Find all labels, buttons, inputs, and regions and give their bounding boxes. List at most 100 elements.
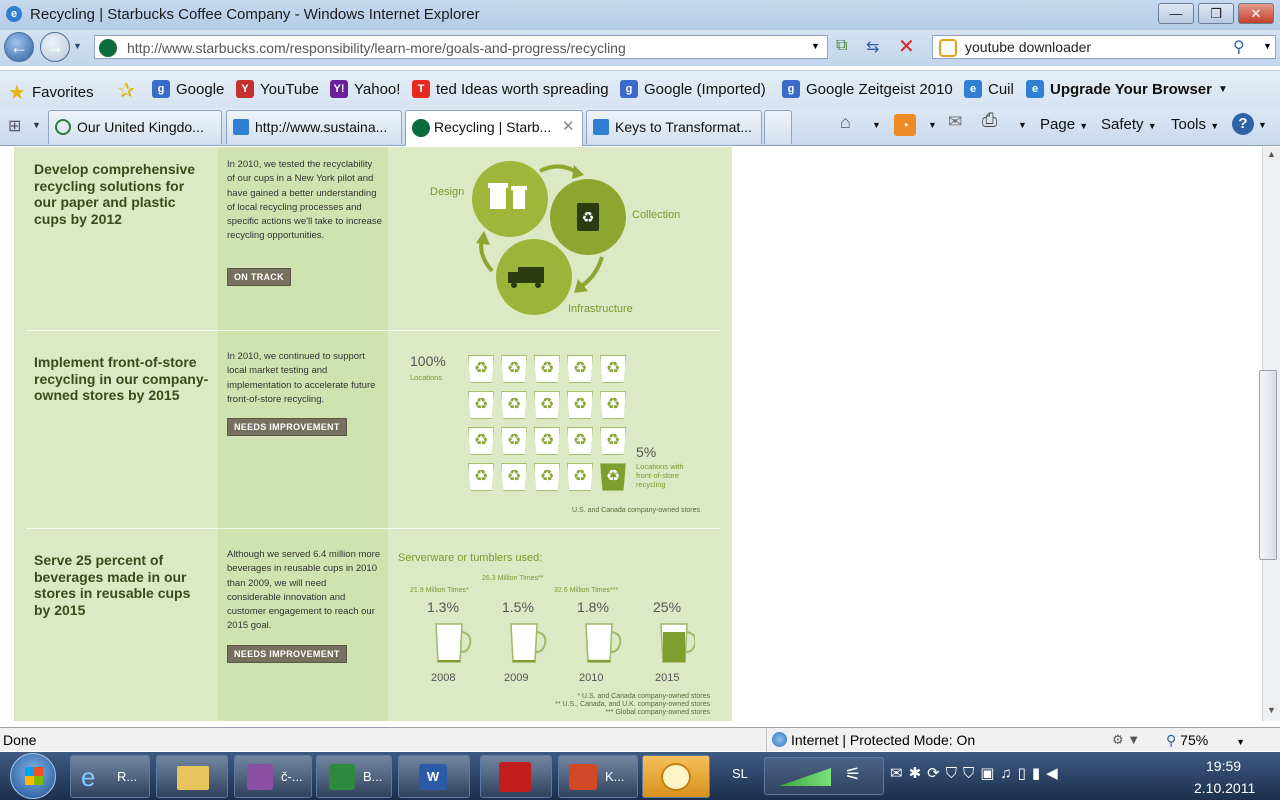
tab-recycling-active[interactable]: Recycling | Starb... ✕ (405, 110, 583, 146)
tools-menu[interactable]: Tools ▼ (1171, 116, 1219, 133)
locations-total-label: Locations (410, 373, 443, 382)
address-dropdown-icon[interactable]: ▼ (811, 41, 820, 51)
fav-google-imported[interactable]: g Google (Imported) (620, 80, 766, 98)
scrollbar-thumb[interactable] (1259, 370, 1277, 560)
status-badge: NEEDS IMPROVEMENT (227, 645, 347, 663)
refresh-icon[interactable]: ⇆ (866, 37, 886, 57)
taskbar-ie[interactable]: e R... (70, 755, 150, 798)
fav-google[interactable]: g Google (152, 80, 224, 98)
new-tab-button[interactable] (764, 110, 792, 144)
search-box[interactable]: youtube downloader ⚲ ▼ (932, 35, 1276, 59)
times-2010: 32.6 Million Times*** (554, 587, 619, 594)
search-input[interactable]: youtube downloader (965, 39, 1091, 55)
tab-list-dropdown-icon[interactable]: ▼ (32, 120, 41, 130)
zoom-control[interactable]: ⚲ 75% ▼ (1166, 732, 1245, 749)
location-cup-icon: ♻ (600, 427, 626, 455)
tab-favicon-icon (55, 119, 71, 135)
taskbar-onenote[interactable]: č-... (234, 755, 312, 798)
address-url[interactable]: http://www.starbucks.com/responsibility/… (127, 40, 626, 56)
taskbar-acrobat[interactable] (480, 755, 552, 798)
yahoo-icon: Y! (330, 80, 348, 98)
tab-keys-to-transformation[interactable]: Keys to Transformat... (586, 110, 762, 144)
signal-strength-icon (779, 768, 831, 786)
cycle-arrow-2 (578, 256, 604, 289)
minimize-button[interactable]: — (1158, 3, 1194, 24)
address-bar[interactable]: http://www.starbucks.com/responsibility/… (94, 35, 828, 59)
mugs-chart (435, 623, 695, 663)
starbucks-tab-icon (412, 119, 430, 137)
help-icon[interactable]: ? (1232, 113, 1254, 135)
search-dropdown-icon[interactable]: ▼ (1263, 41, 1272, 51)
safety-menu[interactable]: Safety ▼ (1101, 116, 1157, 133)
quick-tabs-icon[interactable]: ⊞ (8, 116, 21, 136)
design-circle (472, 161, 548, 237)
goal-1-description: In 2010, we tested the recyclability of … (227, 159, 382, 242)
status-badge: ON TRACK (227, 268, 291, 286)
clock-time[interactable]: 19:59 (1206, 758, 1241, 774)
read-mail-icon[interactable]: ✉ (948, 112, 962, 132)
location-cup-icon: ♻ (468, 391, 494, 419)
compatibility-view-icon[interactable]: ⧉ (836, 37, 856, 57)
protected-mode-icon[interactable]: ⚙ ▼ (1112, 732, 1140, 748)
fav-cuil[interactable]: e Cuil (964, 80, 1014, 98)
restore-button[interactable]: ❐ (1198, 3, 1234, 24)
tab-our-united-kingdom[interactable]: Our United Kingdo... (48, 110, 222, 144)
page-menu[interactable]: Page ▼ (1040, 116, 1088, 133)
fav-google-zeitgeist[interactable]: g Google Zeitgeist 2010 (782, 80, 953, 98)
goal-3-title: Serve 25 percent of beverages made in ou… (34, 552, 191, 618)
fav-yahoo[interactable]: Y! Yahoo! (330, 80, 400, 98)
recycling-cup-icon: ♻ (600, 463, 626, 491)
system-tray-icons[interactable]: ✉✱⟳⛉⛉▣♫▯▮◀ (890, 764, 1064, 782)
print-icon[interactable]: ⎙ (982, 110, 997, 132)
pct-2009: 1.5% (502, 599, 534, 615)
recent-pages-dropdown-icon[interactable]: ▼ (73, 41, 82, 51)
scroll-up-icon[interactable]: ▲ (1267, 149, 1276, 159)
home-dropdown-icon[interactable]: ▼ (872, 120, 881, 130)
tab-close-icon[interactable]: ✕ (562, 111, 575, 143)
back-button[interactable]: ← (4, 32, 34, 62)
close-button[interactable]: ✕ (1238, 3, 1274, 24)
fav-youtube[interactable]: Y YouTube (236, 80, 319, 98)
home-icon[interactable]: ⌂ (840, 112, 851, 133)
favorites-button[interactable]: ★ Favorites (8, 80, 94, 105)
network-meter[interactable]: ⚟ (764, 757, 884, 795)
fav-ted[interactable]: Tted Ideas worth spreading (412, 80, 609, 98)
print-dropdown-icon[interactable]: ▼ (1018, 120, 1027, 130)
language-indicator[interactable]: SL (732, 766, 748, 781)
search-icon[interactable]: ⚲ (1233, 37, 1245, 57)
location-cup-icon: ♻ (567, 463, 593, 491)
taskbar-excel[interactable]: B... (316, 755, 392, 798)
word-icon: W (419, 764, 447, 790)
tab-favicon-icon (593, 119, 609, 135)
location-cup-icon: ♻ (501, 427, 527, 455)
feed-dropdown-icon[interactable]: ▼ (928, 120, 937, 130)
year-2015: 2015 (655, 672, 680, 684)
add-favorite-icon[interactable]: ✰ (118, 78, 135, 103)
safety-menu-dropdown-icon: ▼ (1147, 121, 1157, 131)
start-button[interactable] (10, 753, 56, 799)
scroll-down-icon[interactable]: ▼ (1267, 705, 1276, 715)
section-divider (26, 528, 720, 529)
taskbar-powerpoint[interactable]: K... (558, 755, 638, 798)
taskbar-explorer[interactable] (156, 755, 228, 798)
reminder-clock-icon (661, 763, 691, 791)
forward-button[interactable]: → (40, 32, 70, 62)
recycling-locations-pct: 5% (636, 444, 657, 460)
page-content: Develop comprehensive recycling solution… (0, 147, 1262, 721)
clock-date[interactable]: 2.10.2011 (1194, 780, 1255, 796)
paper-cup-icon (490, 187, 506, 209)
fav-upgrade-browser[interactable]: e Upgrade Your Browser ▼ (1026, 80, 1228, 98)
location-cup-icon: ♻ (468, 463, 494, 491)
location-cup-icon: ♻ (534, 391, 560, 419)
stop-icon[interactable]: ✕ (898, 34, 915, 59)
favorites-star-icon: ★ (8, 82, 26, 104)
goal-3-description: Although we served 6.4 million more beve… (227, 549, 381, 632)
rss-feed-icon[interactable]: ◔ (894, 114, 916, 136)
help-dropdown-icon[interactable]: ▼ (1258, 120, 1267, 130)
taskbar-outlook-reminder[interactable] (642, 755, 710, 798)
store-locations-grid: ♻ ♻ ♻ ♻ ♻ ♻ ♻ ♻ ♻ ♻ ♻ ♻ ♻ ♻ ♻ ♻ ♻ ♻ ♻ ♻ (468, 355, 638, 495)
times-2008: 21.9 Million Times* (410, 587, 469, 594)
security-zone[interactable]: Internet | Protected Mode: On (766, 728, 1106, 752)
taskbar-word[interactable]: W (398, 755, 470, 798)
tab-sustainability[interactable]: http://www.sustaina... (226, 110, 402, 144)
